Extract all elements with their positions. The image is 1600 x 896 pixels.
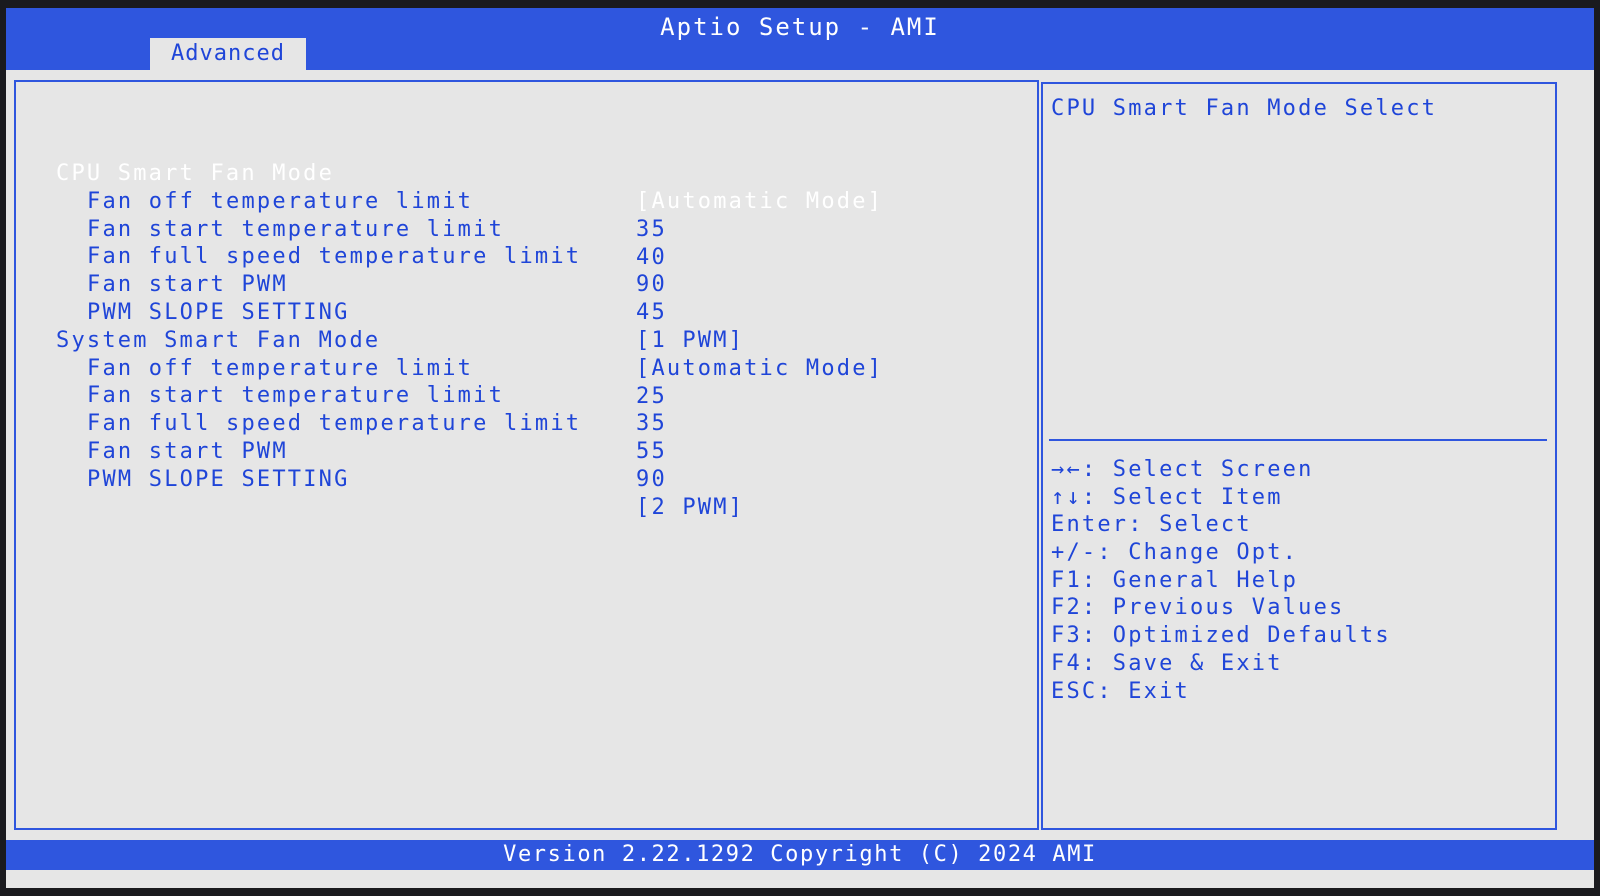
settings-panel: CPU Smart Fan Mode [Automatic Mode] Fan … — [14, 80, 1039, 830]
setting-cpu-fan-start-temp[interactable]: Fan start temperature limit 40 — [16, 188, 1036, 270]
key-legend: →←: Select Screen ↑↓: Select Item Enter:… — [1051, 456, 1391, 705]
setting-cpu-fan-start-pwm[interactable]: Fan start PWM 45 — [16, 243, 1036, 325]
help-divider — [1049, 439, 1547, 441]
header-bar: Aptio Setup - AMI Advanced — [6, 8, 1594, 70]
help-panel: CPU Smart Fan Mode Select →←: Select Scr… — [1041, 82, 1557, 830]
setting-sys-fan-start-pwm[interactable]: Fan start PWM 90 — [16, 410, 1036, 492]
key-select-item: ↑↓: Select Item — [1051, 484, 1283, 510]
tab-advanced[interactable]: Advanced — [150, 38, 306, 70]
setting-value: [2 PWM] — [636, 494, 745, 520]
setting-sys-fan-off-temp[interactable]: Fan off temperature limit 25 — [16, 327, 1036, 409]
key-previous-values: F2: Previous Values — [1051, 595, 1345, 621]
key-esc-exit: ESC: Exit — [1051, 678, 1191, 704]
key-save-exit: F4: Save & Exit — [1051, 650, 1283, 676]
setting-cpu-fan-full-speed-temp[interactable]: Fan full speed temperature limit 90 — [16, 215, 1036, 297]
setting-cpu-fan-off-temp[interactable]: Fan off temperature limit 35 — [16, 160, 1036, 242]
setting-sys-pwm-slope[interactable]: PWM SLOPE SETTING [2 PWM] — [16, 438, 1036, 520]
setting-value: 90 — [636, 467, 667, 492]
setting-label: PWM SLOPE SETTING — [87, 466, 350, 492]
setting-cpu-pwm-slope[interactable]: PWM SLOPE SETTING [1 PWM] — [16, 271, 1036, 353]
key-enter-select: Enter: Select — [1051, 512, 1252, 538]
setting-cpu-smart-fan-mode[interactable]: CPU Smart Fan Mode [Automatic Mode] — [16, 132, 1036, 214]
footer-version: Version 2.22.1292 Copyright (C) 2024 AMI — [6, 840, 1594, 870]
setting-system-smart-fan-mode[interactable]: System Smart Fan Mode [Automatic Mode] — [16, 299, 1036, 381]
key-general-help: F1: General Help — [1051, 567, 1299, 593]
key-select-screen: →←: Select Screen — [1051, 457, 1314, 482]
help-description: CPU Smart Fan Mode Select — [1051, 96, 1438, 121]
setting-sys-fan-full-speed-temp[interactable]: Fan full speed temperature limit 55 — [16, 382, 1036, 464]
key-change-opt: +/-: Change Opt. — [1051, 540, 1299, 566]
key-optimized-defaults: F3: Optimized Defaults — [1051, 623, 1391, 649]
bios-screen: Aptio Setup - AMI Advanced CPU Smart Fan… — [6, 8, 1594, 888]
app-title: Aptio Setup - AMI — [660, 13, 940, 41]
setting-sys-fan-start-temp[interactable]: Fan start temperature limit 35 — [16, 354, 1036, 436]
